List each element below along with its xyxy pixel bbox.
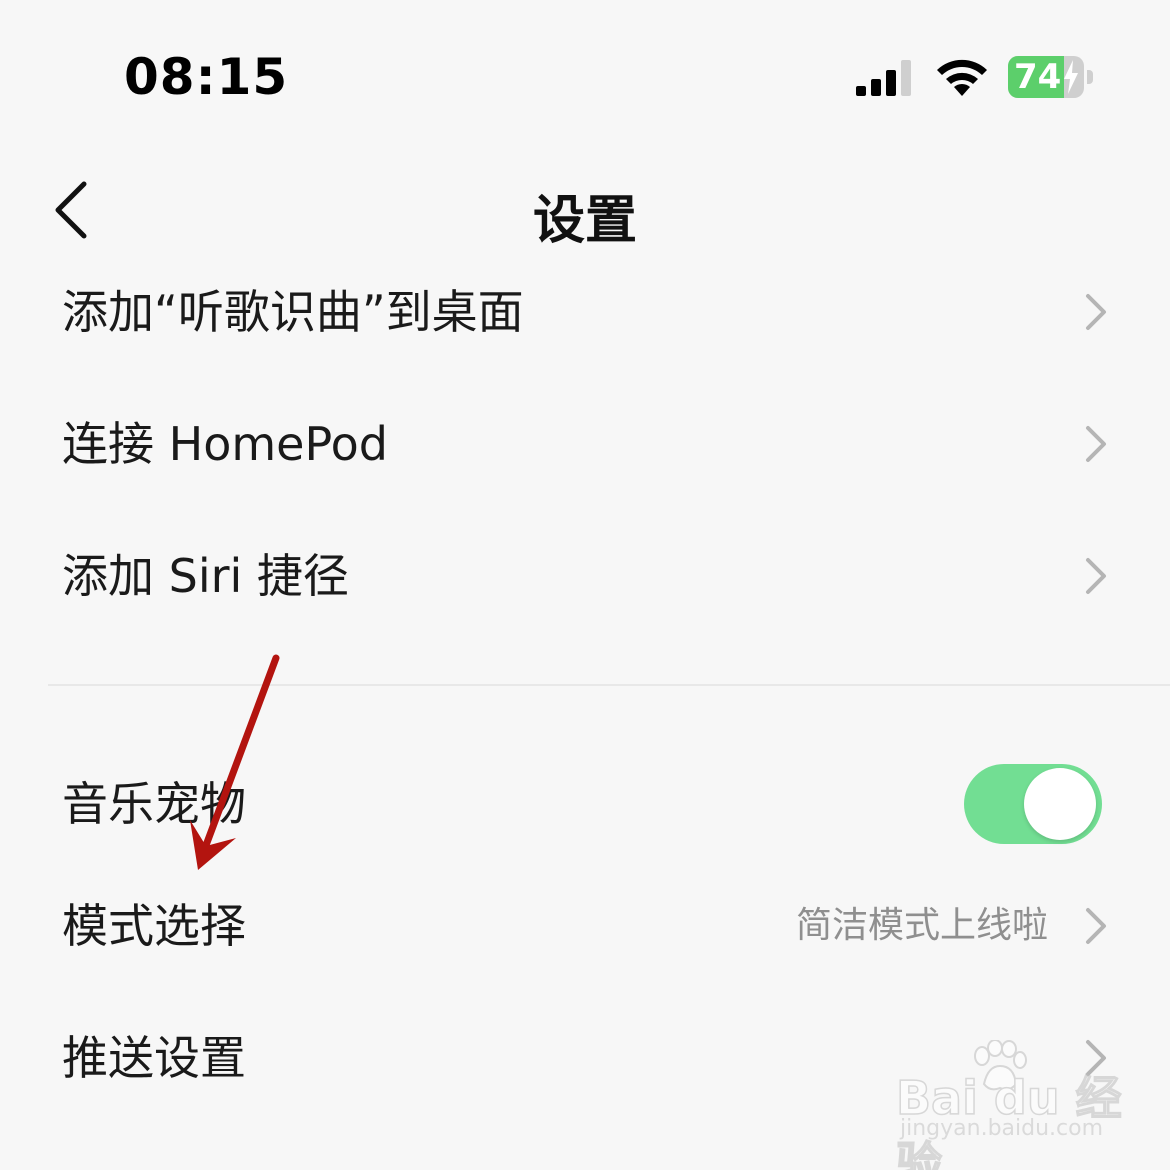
watermark-url: jingyan.baidu.com [900,1116,1104,1141]
settings-row-connect-homepod[interactable]: 连接 HomePod [0,378,1170,510]
wifi-icon [937,59,987,96]
chevron-right-icon [1086,908,1106,944]
settings-row-add-siri-shortcut[interactable]: 添加 Siri 捷径 [0,510,1170,642]
battery-cap [1087,70,1093,84]
charging-bolt-icon [1064,60,1078,94]
chevron-right-icon [1086,558,1106,594]
row-label: 推送设置 [62,1031,246,1085]
cellular-signal-icon [856,60,911,96]
battery-body: 74 [1008,56,1084,98]
row-value: 简洁模式上线啦 [795,905,1048,946]
settings-screen: 08:15 74 设置 添加“听歌识曲”到桌面 连接 HomePod 添加 Si… [0,0,1170,1170]
status-time: 08:15 [124,48,289,106]
baidu-jingyan-watermark: Bai du 经验 jingyan.baidu.com [895,1040,1156,1170]
chevron-right-icon [1086,294,1106,330]
row-label: 添加“听歌识曲”到桌面 [62,285,524,339]
battery-charging-icon: 74 [1008,56,1094,98]
toggle-knob [1024,768,1096,840]
settings-row-mode-select[interactable]: 模式选择 简洁模式上线啦 [0,860,1170,992]
settings-row-add-recognize-widget[interactable]: 添加“听歌识曲”到桌面 [0,246,1170,378]
status-bar: 08:15 74 [0,0,1170,150]
page-title: 设置 [532,191,637,251]
chevron-right-icon [1086,426,1106,462]
music-pet-toggle[interactable] [964,764,1102,844]
row-label: 连接 HomePod [62,417,388,471]
row-label: 添加 Siri 捷径 [62,549,349,603]
annotation-arrow-icon [190,654,280,870]
